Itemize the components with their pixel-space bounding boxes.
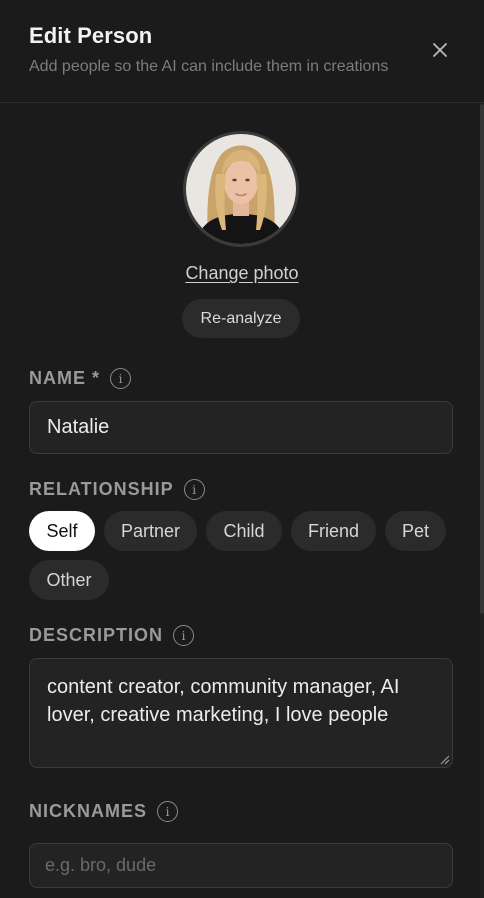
relationship-chip-pet[interactable]: Pet xyxy=(385,511,446,551)
name-label-row: NAME * i xyxy=(29,368,132,389)
scrollbar-thumb[interactable] xyxy=(480,104,484,614)
dialog-subtitle: Add people so the AI can include them in… xyxy=(29,58,389,75)
avatar[interactable] xyxy=(183,131,299,247)
relationship-chip-child[interactable]: Child xyxy=(206,511,282,551)
close-icon xyxy=(433,43,447,57)
nicknames-label-row: NICKNAMES i xyxy=(29,801,179,822)
description-textarea[interactable]: content creator, community manager, AI l… xyxy=(29,658,453,768)
info-icon[interactable]: i xyxy=(183,479,205,500)
dialog-title: Edit Person xyxy=(29,23,153,48)
change-photo-link[interactable]: Change photo xyxy=(0,263,484,284)
info-icon[interactable]: i xyxy=(110,368,132,389)
reanalyze-button[interactable]: Re-analyze xyxy=(182,299,300,338)
nicknames-input[interactable]: e.g. bro, dude xyxy=(29,843,453,888)
relationship-label: RELATIONSHIP xyxy=(29,479,174,499)
nicknames-placeholder: e.g. bro, dude xyxy=(45,855,157,875)
description-value: content creator, community manager, AI l… xyxy=(47,676,400,726)
relationship-chip-partner[interactable]: Partner xyxy=(104,511,197,551)
name-label: NAME * xyxy=(29,368,101,388)
description-label-row: DESCRIPTION i xyxy=(29,625,195,646)
dialog-header: Edit Person Add people so the AI can inc… xyxy=(0,0,484,103)
close-button[interactable] xyxy=(426,36,454,64)
name-field[interactable]: Natalie xyxy=(29,401,453,454)
resize-handle-icon[interactable] xyxy=(440,755,450,765)
name-value: Natalie xyxy=(47,416,110,438)
nicknames-label: NICKNAMES xyxy=(29,801,148,821)
info-icon[interactable]: i xyxy=(173,625,195,646)
relationship-chip-other[interactable]: Other xyxy=(29,560,109,600)
info-icon[interactable]: i xyxy=(157,801,179,822)
relationship-label-row: RELATIONSHIP i xyxy=(29,479,205,500)
avatar-photo xyxy=(186,134,296,244)
description-label: DESCRIPTION xyxy=(29,625,164,645)
relationship-chip-self[interactable]: Self xyxy=(29,511,95,551)
relationship-chip-friend[interactable]: Friend xyxy=(291,511,376,551)
